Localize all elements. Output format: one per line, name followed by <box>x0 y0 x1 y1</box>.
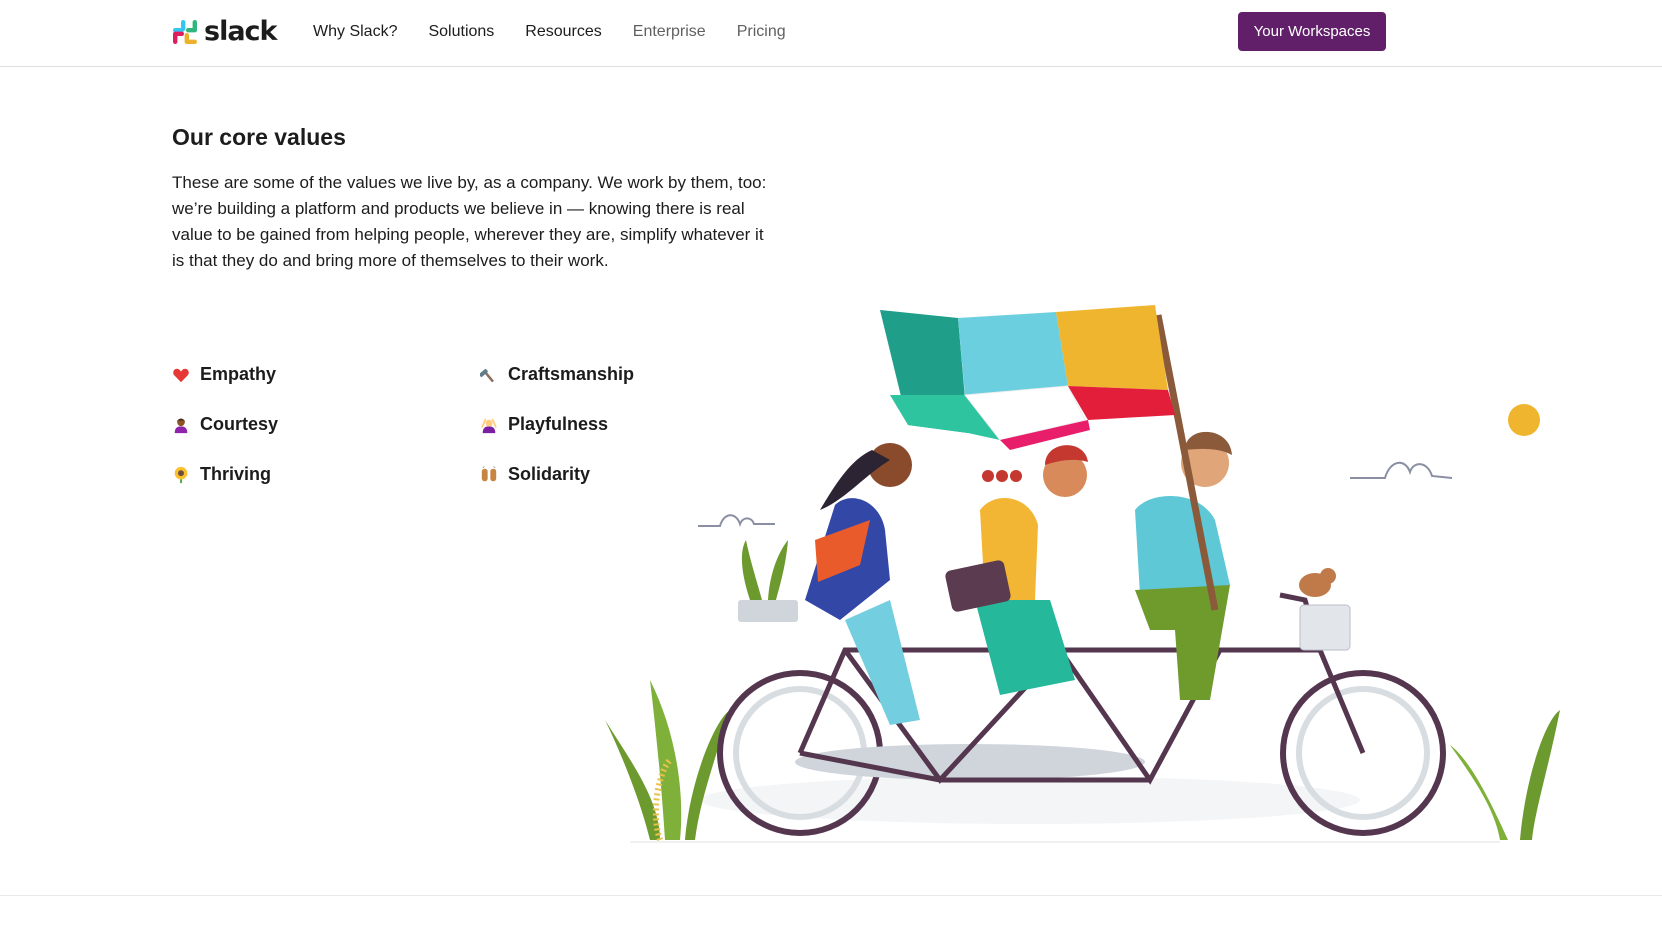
person-tipping-hand-icon <box>174 418 188 433</box>
value-label: Solidarity <box>508 464 591 484</box>
logo-wordmark: slack <box>204 16 278 47</box>
nav-pricing[interactable]: Pricing <box>737 22 786 42</box>
raised-hands-icon <box>481 465 497 481</box>
section-title: Our core values <box>172 124 346 150</box>
nav-resources[interactable]: Resources <box>525 22 601 42</box>
value-label: Empathy <box>200 364 277 384</box>
your-workspaces-button[interactable]: Your Workspaces <box>1238 12 1386 51</box>
person-gesturing-icon <box>481 418 497 433</box>
hammer-icon <box>480 368 494 382</box>
nav-solutions[interactable]: Solutions <box>428 22 494 42</box>
slack-logo[interactable]: slack <box>172 16 278 47</box>
value-label: Thriving <box>200 464 271 484</box>
nav-enterprise[interactable]: Enterprise <box>633 22 706 42</box>
value-label: Courtesy <box>200 414 279 434</box>
main-nav: Why Slack? Solutions Resources Enterpris… <box>313 22 817 42</box>
slack-hash-icon <box>173 20 197 44</box>
sun-icon <box>1508 404 1540 436</box>
value-courtesy: Courtesy <box>172 414 480 435</box>
top-navigation-bar: slack Why Slack? Solutions Resources Ent… <box>0 0 1662 67</box>
section-description: These are some of the values we live by,… <box>172 173 767 270</box>
sunflower-icon <box>174 466 188 483</box>
value-thriving: Thriving <box>172 464 480 485</box>
value-empathy: Empathy <box>172 364 480 385</box>
core-values-list: Empathy Craftsmanship Courtesy Playfulne… <box>172 364 652 485</box>
nav-why-slack[interactable]: Why Slack? <box>313 22 397 42</box>
heart-icon <box>173 368 189 382</box>
section-divider <box>0 895 1662 896</box>
tandem-bike-illustration <box>605 305 1560 843</box>
